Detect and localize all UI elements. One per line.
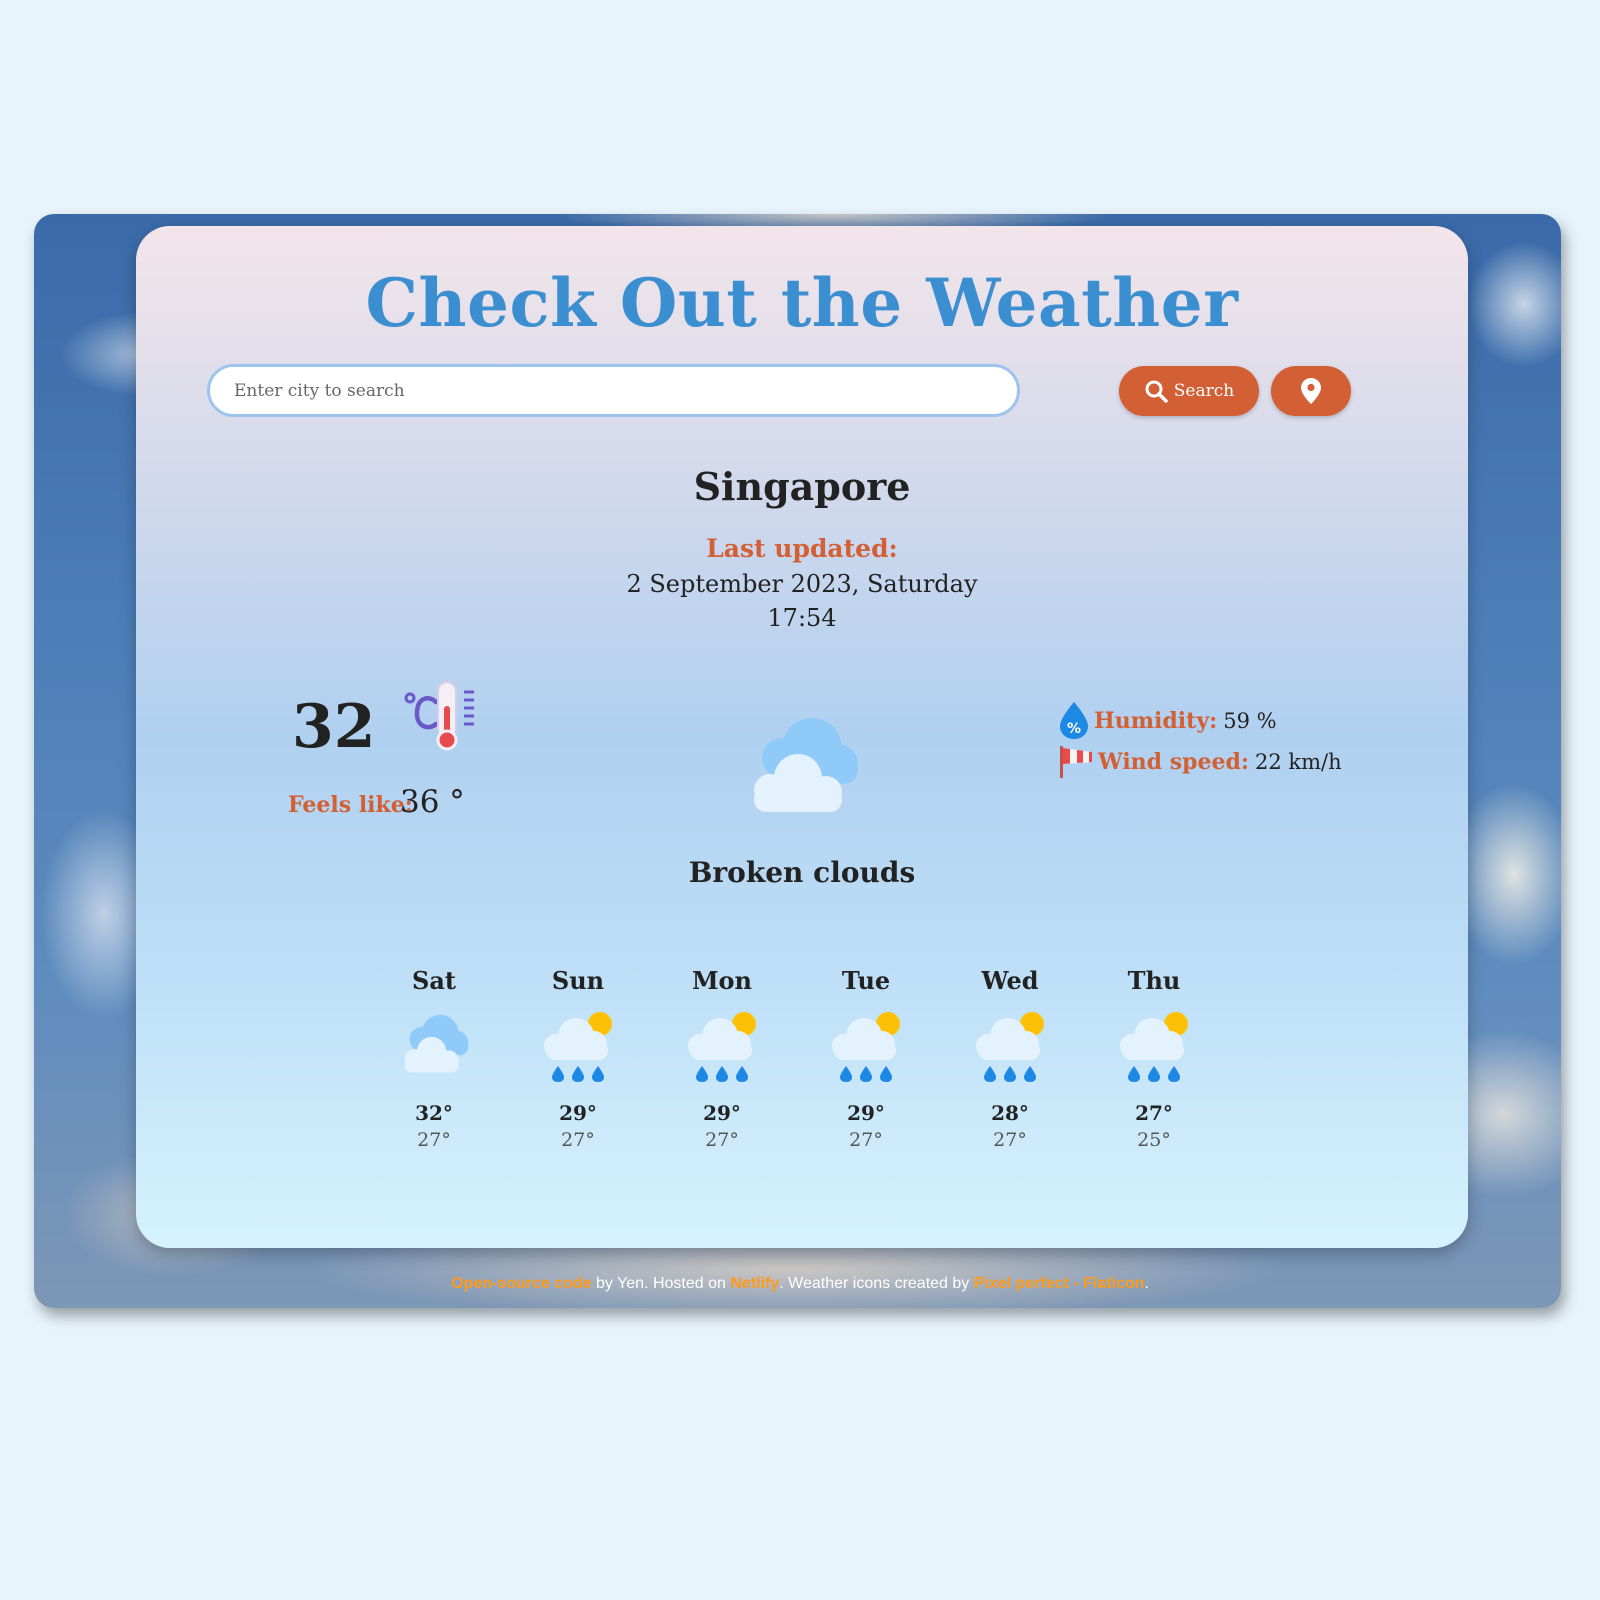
location-pin-icon <box>1301 378 1321 404</box>
humidity-row: % Humidity: 59 % <box>1058 702 1277 740</box>
wind-speed-label: Wind speed: <box>1098 749 1249 775</box>
page-title: Check Out the Weather <box>365 264 1239 342</box>
humidity-drop-icon: % <box>1060 702 1088 739</box>
forecast-list: Sat 32° 27° Sun 29° 27° Mon 29° 27° Tue … <box>362 966 1226 1151</box>
rain-sun-icon <box>832 1012 900 1082</box>
source-code-link[interactable]: Open-source code <box>451 1275 591 1292</box>
current-location-button[interactable] <box>1271 366 1351 416</box>
forecast-day: Tue 29° 27° <box>794 966 938 1151</box>
footer-text-by: by Yen. Hosted on <box>591 1275 731 1292</box>
rain-sun-icon <box>976 1012 1044 1082</box>
flaticon-link[interactable]: Pixel perfect - Flaticon <box>974 1275 1145 1292</box>
page: Check Out the Weather Search Singapore L… <box>0 0 1600 1600</box>
wind-speed-row: Wind speed: 22 km/h <box>1058 744 1342 780</box>
forecast-day-name: Sun <box>551 966 605 995</box>
forecast-day: Thu 27° 25° <box>1082 966 1226 1151</box>
forecast-high: 32° <box>415 1101 453 1125</box>
humidity-label: Humidity: <box>1094 708 1218 734</box>
forecast-high: 29° <box>703 1101 741 1125</box>
forecast-day: Mon 29° 27° <box>650 966 794 1151</box>
forecast-low: 25° <box>1137 1129 1171 1151</box>
forecast-day-name: Mon <box>691 966 753 995</box>
feels-like-label: Feels like: <box>288 792 413 818</box>
forecast-day: Wed 28° 27° <box>938 966 1082 1151</box>
rain-sun-icon <box>688 1012 756 1082</box>
forecast-day: Sun 29° 27° <box>506 966 650 1151</box>
forecast-day-name: Sat <box>412 966 456 995</box>
thermometer-celsius-icon <box>404 681 474 751</box>
weather-card: Check Out the Weather Search Singapore L… <box>136 226 1468 1248</box>
windsock-icon <box>1060 746 1092 778</box>
rain-sun-icon <box>544 1012 612 1082</box>
forecast-day-name: Tue <box>841 966 891 995</box>
footer-text-end: . <box>1144 1275 1149 1292</box>
footer: Open-source code by Yen. Hosted on Netli… <box>0 1275 1600 1293</box>
search-button[interactable]: Search <box>1119 366 1259 416</box>
last-updated-label: Last updated: <box>706 534 898 563</box>
humidity-value: 59 % <box>1223 709 1277 733</box>
forecast-high: 29° <box>559 1101 597 1125</box>
forecast-day: Sat 32° 27° <box>362 966 506 1151</box>
forecast-high: 27° <box>1135 1101 1173 1125</box>
forecast-low: 27° <box>705 1129 739 1151</box>
forecast-day-name: Thu <box>1127 966 1181 995</box>
forecast-low: 27° <box>993 1129 1027 1151</box>
search-icon <box>1145 380 1168 403</box>
rain-sun-icon <box>1120 1012 1188 1082</box>
netlify-link[interactable]: Netlify <box>730 1275 779 1292</box>
forecast-low: 27° <box>561 1129 595 1151</box>
wind-speed-value: 22 km/h <box>1254 750 1342 774</box>
feels-like-value: 36 ° <box>400 784 465 820</box>
footer-text-icons: . Weather icons created by <box>779 1275 974 1292</box>
last-updated-date: 2 September 2023, Saturday <box>626 570 978 598</box>
city-name: Singapore <box>693 464 911 509</box>
forecast-high: 28° <box>991 1101 1029 1125</box>
last-updated-time: 17:54 <box>767 604 837 632</box>
forecast-high: 29° <box>847 1101 885 1125</box>
current-temperature: 32 <box>292 692 376 762</box>
weather-condition: Broken clouds <box>688 856 916 889</box>
broken-clouds-icon <box>754 718 858 812</box>
forecast-low: 27° <box>417 1129 451 1151</box>
search-button-label: Search <box>1173 381 1235 401</box>
forecast-day-name: Wed <box>981 966 1039 995</box>
city-search-input[interactable] <box>207 364 1020 417</box>
svg-text:%: % <box>1067 721 1081 737</box>
forecast-low: 27° <box>849 1129 883 1151</box>
broken-clouds-icon <box>404 1014 469 1073</box>
